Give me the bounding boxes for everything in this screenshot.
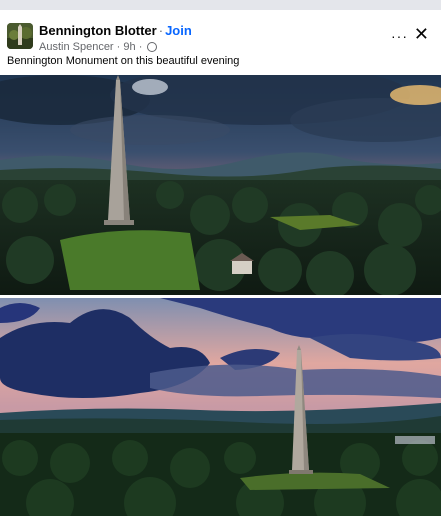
group-name-link[interactable]: Bennington Blotter xyxy=(39,23,157,38)
meta-separator: · xyxy=(138,41,143,53)
close-icon[interactable]: ✕ xyxy=(414,24,429,45)
post-header: Bennington Blotter · Join Austin Spencer ·… xyxy=(0,20,441,54)
post-photo-1[interactable] xyxy=(0,75,441,295)
post-caption: Bennington Monument on this beautiful ev… xyxy=(7,55,240,67)
name-separator: · xyxy=(158,23,164,38)
globe-icon xyxy=(147,42,158,53)
post-meta: Bennington Blotter · Join Austin Spencer ·… xyxy=(39,24,192,54)
group-avatar[interactable] xyxy=(7,23,33,49)
post-photo-2[interactable] xyxy=(0,298,441,516)
meta-separator: · xyxy=(116,41,121,53)
post-card: Bennington Blotter · Join Austin Spencer ·… xyxy=(0,0,441,522)
post-time-link[interactable]: 9h xyxy=(123,41,135,53)
author-name-link[interactable]: Austin Spencer xyxy=(39,41,114,53)
join-button[interactable]: Join xyxy=(165,23,192,38)
more-options-icon[interactable]: ··· xyxy=(391,28,408,44)
monument-sunset-image xyxy=(0,75,441,295)
top-divider xyxy=(0,0,441,10)
monument-evening-image xyxy=(0,298,441,516)
